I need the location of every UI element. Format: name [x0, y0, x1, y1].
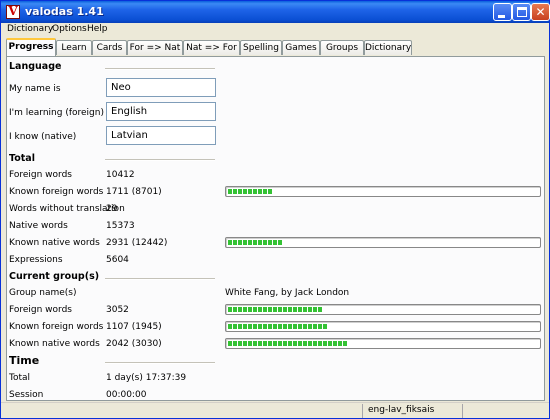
progress-fill: [228, 189, 272, 194]
time-separator: [105, 362, 215, 364]
progress-panel: Language My name is Neo I'm learning (fo…: [6, 56, 545, 401]
known-native-words-progress: [225, 237, 541, 248]
total-separator: [105, 159, 215, 161]
known-foreign-words-progress: [225, 186, 541, 197]
know-label: I know (native): [9, 132, 77, 142]
name-field[interactable]: Neo: [106, 78, 216, 97]
title-bar[interactable]: V valodas 1.41 ✕: [1, 1, 550, 23]
minimize-button[interactable]: [493, 3, 512, 21]
tab-nat-to-for[interactable]: Nat => For: [183, 40, 240, 55]
group-foreign-words-progress: [225, 304, 541, 315]
total-time-value: 1 day(s) 17:37:39: [106, 373, 187, 383]
maximize-icon: [517, 7, 527, 17]
native-words-value: 15373: [106, 221, 135, 231]
known-native-words-label: Known native words: [9, 238, 100, 248]
no-translation-value: 29: [106, 204, 118, 214]
app-window: V valodas 1.41 ✕ Dictionary Options Help…: [0, 0, 550, 419]
tab-progress[interactable]: Progress: [6, 38, 56, 56]
close-button[interactable]: ✕: [531, 3, 550, 21]
menu-dictionary[interactable]: Dictionary: [7, 24, 53, 34]
menu-help[interactable]: Help: [87, 24, 108, 34]
app-icon-letter: V: [8, 4, 18, 18]
close-icon: ✕: [535, 5, 546, 19]
status-dictionary: eng-lav_fiksais: [368, 405, 435, 415]
group-known-foreign-progress: [225, 321, 541, 332]
know-field[interactable]: Latvian: [106, 126, 216, 145]
session-time-label: Session: [9, 390, 44, 400]
native-words-label: Native words: [9, 221, 68, 231]
current-groups-heading: Current group(s): [9, 271, 100, 282]
foreign-words-value: 10412: [106, 170, 135, 180]
group-known-foreign-label: Known foreign words: [9, 322, 104, 332]
group-known-native-value: 2042 (3030): [106, 339, 162, 349]
name-label: My name is: [9, 84, 61, 94]
window-title: valodas 1.41: [25, 5, 104, 18]
tab-for-to-nat[interactable]: For => Nat: [127, 40, 183, 55]
session-time-value: 00:00:00: [106, 390, 147, 400]
group-known-foreign-value: 1107 (1945): [106, 322, 162, 332]
group-known-native-label: Known native words: [9, 339, 100, 349]
progress-fill: [228, 307, 322, 312]
menu-options[interactable]: Options: [52, 24, 87, 34]
tab-groups[interactable]: Groups: [320, 40, 364, 55]
learning-label: I'm learning (foreign): [9, 108, 104, 118]
group-known-native-progress: [225, 338, 541, 349]
progress-fill: [228, 240, 282, 245]
tab-games[interactable]: Games: [282, 40, 320, 55]
total-heading: Total: [9, 153, 35, 164]
maximize-button[interactable]: [512, 3, 531, 21]
tab-spelling[interactable]: Spelling: [240, 40, 282, 55]
known-native-words-value: 2931 (12442): [106, 238, 168, 248]
app-icon[interactable]: V: [6, 4, 20, 19]
group-foreign-words-value: 3052: [106, 305, 129, 315]
expressions-value: 5604: [106, 255, 129, 265]
progress-fill: [228, 341, 347, 346]
current-groups-separator: [105, 278, 215, 280]
menu-bar: Dictionary Options Help: [1, 23, 549, 37]
group-names-value: White Fang, by Jack London: [225, 288, 350, 298]
expressions-label: Expressions: [9, 255, 63, 265]
group-names-label: Group name(s): [9, 288, 77, 298]
time-heading: Time: [9, 354, 40, 367]
language-separator: [105, 68, 215, 70]
learning-field[interactable]: English: [106, 102, 216, 121]
tab-cards[interactable]: Cards: [92, 40, 127, 55]
known-foreign-words-label: Known foreign words: [9, 187, 104, 197]
status-segment-empty: [462, 404, 549, 418]
tab-learn[interactable]: Learn: [56, 40, 92, 55]
progress-fill: [228, 324, 327, 329]
group-foreign-words-label: Foreign words: [9, 305, 72, 315]
total-time-label: Total: [9, 373, 31, 383]
status-bar: eng-lav_fiksais: [1, 402, 549, 418]
language-heading: Language: [9, 61, 62, 72]
minimize-icon: [498, 15, 505, 18]
tab-dictionary[interactable]: Dictionary: [364, 40, 412, 55]
foreign-words-label: Foreign words: [9, 170, 72, 180]
known-foreign-words-value: 1711 (8701): [106, 187, 162, 197]
